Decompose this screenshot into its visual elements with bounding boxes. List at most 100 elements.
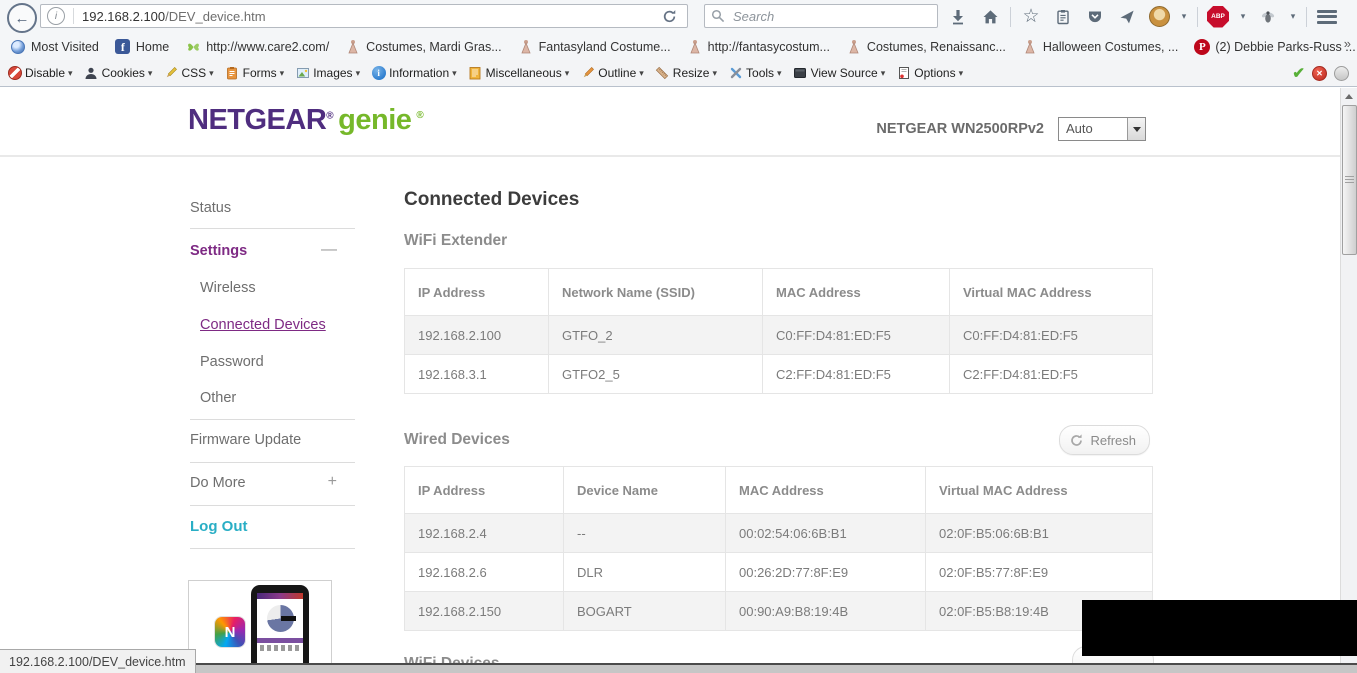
vertical-scrollbar[interactable] [1340,88,1357,673]
url-host: 192.168.2.100 [82,9,165,24]
menu-icon[interactable] [1315,5,1339,29]
url-bar[interactable]: i 192.168.2.100/DEV_device.htm [40,4,688,28]
bookmark-label: Fantasyland Costume... [539,40,671,54]
bookmark-costumes-mardi-gras[interactable]: Costumes, Mardi Gras... [345,39,501,55]
greasemonkey-menu-caret[interactable]: ▾ [1179,11,1189,22]
tools-icon [728,66,743,81]
error-icon[interactable]: ✕ [1312,66,1327,81]
idle-status-icon[interactable] [1334,66,1349,81]
table-header-row: IP Address Device Name MAC Address Virtu… [405,467,1153,514]
page-info-icon[interactable]: i [47,7,65,25]
urlbar-divider [73,8,74,24]
netgear-wordmark: NETGEAR [188,104,326,136]
search-input[interactable] [731,8,931,25]
bookmark-costumes-renaissance[interactable]: Costumes, Renaissanc... [846,39,1006,55]
home-icon[interactable] [978,5,1002,29]
bug-addon-icon[interactable] [1256,5,1280,29]
devtoolbar-tools[interactable]: Tools▾ [728,66,782,81]
sidebar-item-settings[interactable]: Settings — [190,243,355,259]
send-tab-icon[interactable] [1115,5,1139,29]
wired-devices-heading: Wired Devices [404,431,510,449]
sidebar-item-do-more[interactable]: Do More + [190,475,355,491]
refresh-button[interactable]: Refresh [1059,425,1150,455]
devtoolbar-disable[interactable]: Disable▾ [7,66,73,81]
sidebar-item-wireless[interactable]: Wireless [190,280,365,296]
back-button[interactable]: ← [7,3,37,33]
dropdown-caret-icon: ▾ [209,68,214,79]
devtoolbar-status-icons: ✔ ✕ [1292,60,1349,87]
bookmark-label: Halloween Costumes, ... [1043,40,1178,54]
sidebar-item-log-out[interactable]: Log Out [190,518,355,535]
browser-window: ← i 192.168.2.100/DEV_device.htm ☆ [0,0,1357,673]
scrollbar-thumb[interactable] [1342,105,1357,255]
costume-icon [1022,39,1038,55]
bookmark-label: http://www.care2.com/ [206,40,329,54]
genie-wordmark: genie [338,104,411,136]
sidebar-item-firmware-update[interactable]: Firmware Update [190,432,355,448]
column-header: IP Address [405,269,549,316]
bookmark-fantasycostum[interactable]: http://fantasycostum... [687,39,830,55]
devtoolbar-images[interactable]: Images▾ [295,66,360,81]
sidebar-item-other[interactable]: Other [190,390,365,406]
terminal-icon [793,66,808,81]
search-bar[interactable] [704,4,938,28]
bug-addon-caret[interactable]: ▾ [1288,11,1298,22]
mode-select[interactable]: Auto [1058,117,1146,141]
person-icon [84,66,99,81]
devtoolbar-miscellaneous[interactable]: Miscellaneous▾ [468,66,570,81]
devtoolbar-information[interactable]: i Information▾ [371,66,457,81]
bookmarks-toolbar: Most Visited f Home http://www.care2.com… [0,33,1357,60]
bookmark-debbie-parks[interactable]: P (2) Debbie Parks-Russ ... [1194,39,1355,55]
bookmark-label: (2) Debbie Parks-Russ ... [1215,40,1355,54]
table-row: 192.168.2.150 BOGART 00:90:A9:B8:19:4B 0… [405,592,1153,631]
column-header: IP Address [405,467,564,514]
pencil-icon [163,66,178,81]
netgear-genie-logo: NETGEAR®genie® [188,104,423,137]
valid-check-icon[interactable]: ✔ [1292,66,1305,81]
devtoolbar-outline[interactable]: Outline▾ [580,66,644,81]
ruler-icon [655,66,670,81]
bookmark-label: Costumes, Mardi Gras... [366,40,501,54]
collapse-minus-icon[interactable]: — [321,241,337,259]
dropdown-caret-icon: ▾ [68,68,73,79]
web-developer-toolbar: Disable▾ Cookies▾ CSS▾ Forms▾ Images▾ i … [0,60,1357,87]
wifi-extender-table: IP Address Network Name (SSID) MAC Addre… [404,268,1153,394]
bookmark-label: Costumes, Renaissanc... [867,40,1006,54]
toolbar-icons: ☆ ▾ ABP ▾ ▾ [946,0,1339,33]
devtoolbar-css[interactable]: CSS▾ [163,66,213,81]
bookmark-halloween-costumes[interactable]: Halloween Costumes, ... [1022,39,1178,55]
select-dropdown-button[interactable] [1127,118,1145,140]
toolbar-separator [1306,7,1307,27]
sidebar-item-connected-devices[interactable]: Connected Devices [190,317,365,333]
pinterest-icon: P [1194,39,1210,55]
reload-icon[interactable] [657,4,681,28]
bookmark-label: Most Visited [31,40,99,54]
facebook-icon: f [115,39,131,55]
bookmark-home[interactable]: f Home [115,39,169,55]
sidebar-item-password[interactable]: Password [190,354,365,370]
devtoolbar-view-source[interactable]: View Source▾ [793,66,886,81]
expand-plus-icon[interactable]: + [328,473,337,491]
butterfly-icon [185,39,201,55]
adblock-menu-caret[interactable]: ▾ [1238,11,1248,22]
scrollbar-up-button[interactable] [1341,88,1357,104]
bookmark-most-visited[interactable]: Most Visited [10,39,99,55]
sidebar-item-status[interactable]: Status [190,200,355,216]
bookmark-care2[interactable]: http://www.care2.com/ [185,39,329,55]
url-text[interactable]: 192.168.2.100/DEV_device.htm [82,9,657,24]
devtoolbar-resize[interactable]: Resize▾ [655,66,717,81]
devtoolbar-options[interactable]: Options▾ [896,66,963,81]
browser-navbar: ← i 192.168.2.100/DEV_device.htm ☆ [0,0,1357,33]
costume-icon [345,39,361,55]
redaction-box [1082,600,1357,656]
devtoolbar-cookies[interactable]: Cookies▾ [84,66,153,81]
reading-list-icon[interactable] [1051,5,1075,29]
pocket-icon[interactable] [1083,5,1107,29]
download-icon[interactable] [946,5,970,29]
devtoolbar-forms[interactable]: Forms▾ [225,66,285,81]
bookmark-fantasyland-costume[interactable]: Fantasyland Costume... [518,39,671,55]
bookmarks-overflow-chevron[interactable]: » [1344,36,1351,51]
greasemonkey-icon[interactable] [1147,5,1171,29]
bookmark-star-icon[interactable]: ☆ [1019,5,1043,29]
adblock-plus-icon[interactable]: ABP [1206,5,1230,29]
